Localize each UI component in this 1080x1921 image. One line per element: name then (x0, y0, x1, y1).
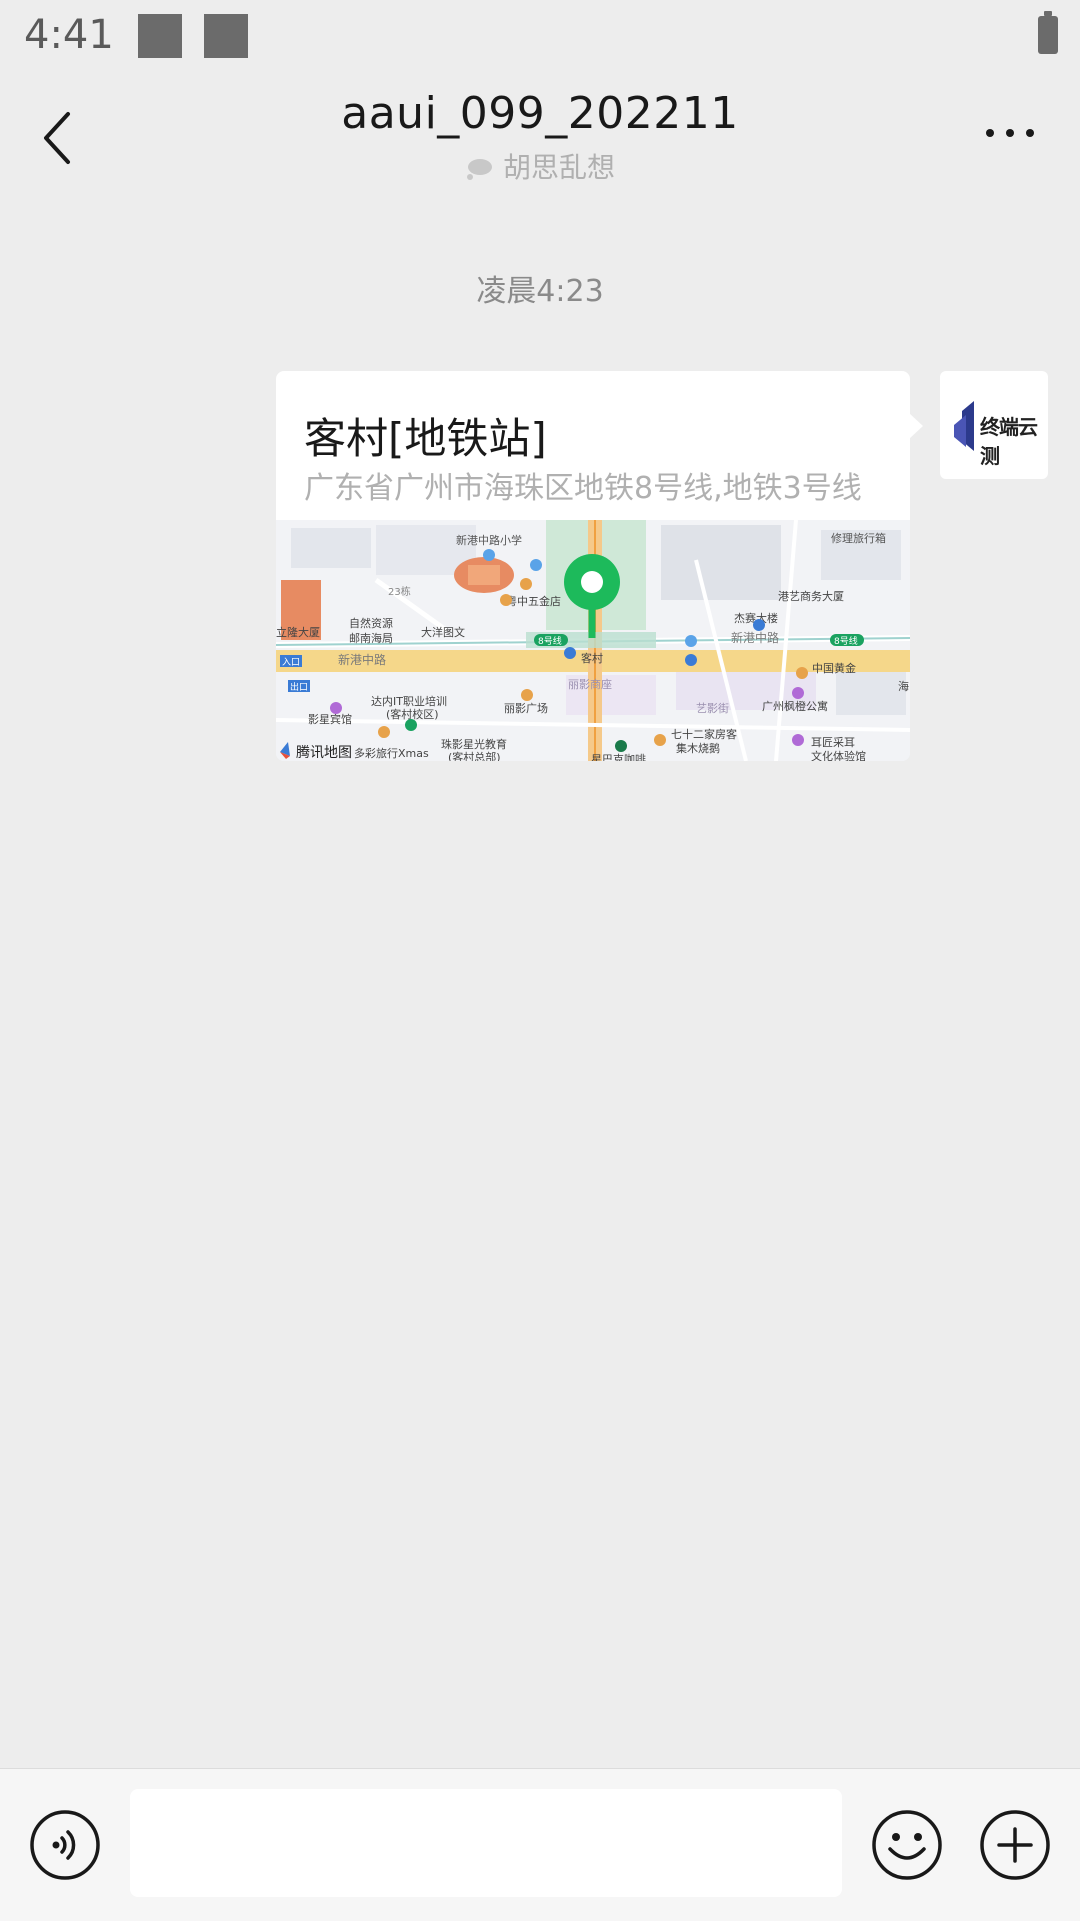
map-label: 粤中五金店 (506, 594, 561, 608)
map-label: 大洋图文 (421, 625, 465, 639)
map-label: 8号线 (834, 635, 858, 647)
map-label: 新港中路 (731, 630, 779, 645)
map-label: 立隆大厦 (276, 625, 320, 639)
map-label: 8号线 (538, 635, 562, 647)
chat-header: aaui_099_202211 胡思乱想 (0, 76, 1080, 196)
map-label: 丽影广场 (504, 701, 548, 715)
map-label: 自然资源 (349, 616, 393, 630)
map-label: 新港中路 (338, 652, 386, 667)
message-input[interactable] (130, 1789, 842, 1897)
more-functions-button[interactable] (979, 1809, 1051, 1881)
map-label: 七十二家房客 (671, 727, 737, 741)
more-button[interactable] (980, 118, 1040, 148)
chat-subtitle: 胡思乱想 (0, 146, 1080, 186)
map-preview: 新港中路小学 修理旅行箱 23栋 粤中五金店 港艺商务大厦 杰赛大楼 自然资源 … (276, 520, 910, 761)
map-label: 影星宾馆 (308, 712, 352, 726)
map-label: (客村总部) (448, 750, 501, 761)
plus-icon (980, 1810, 1050, 1880)
status-time: 4:41 (24, 12, 114, 58)
map-label: 出口 (290, 681, 308, 693)
avatar-label: 终端云测 (980, 415, 1038, 468)
map-label: 入口 (282, 657, 300, 668)
input-bar (0, 1768, 1080, 1921)
chat-title: aaui_099_202211 (341, 88, 739, 139)
map-label: 中国黄金 (812, 661, 856, 675)
voice-icon (30, 1810, 100, 1880)
message-timestamp: 凌晨4:23 (476, 274, 604, 309)
avatar[interactable]: 终端云测 (940, 371, 1048, 479)
map-label: 23栋 (388, 585, 411, 598)
map-label: 文化体验馆 (811, 749, 866, 761)
map-label: 星巴克咖啡 (591, 752, 646, 761)
map-label: 广州枫橙公寓 (762, 699, 828, 713)
map-label: 多彩旅行Xmas (354, 746, 429, 760)
more-dots-icon (986, 129, 1034, 137)
bubble-tail (909, 413, 923, 439)
map-label: 耳匠采耳 (811, 736, 855, 749)
status-bar: 4:41 (0, 0, 1080, 76)
location-name: 客村[地铁站] (304, 414, 547, 463)
map-label: 邮南海局 (349, 631, 393, 645)
emoji-icon (872, 1810, 942, 1880)
notification-icon (204, 14, 248, 58)
battery-icon (1038, 11, 1058, 54)
voice-button[interactable] (29, 1809, 101, 1881)
map-label: 丽影商座 (568, 677, 612, 691)
map-label: 达内IT职业培训 (371, 694, 447, 708)
emoji-button[interactable] (871, 1809, 943, 1881)
location-address: 广东省广州市海珠区地铁8号线,地铁3号线 (304, 471, 862, 506)
map-label: (客村校区) (386, 707, 439, 721)
notification-icon (138, 14, 182, 58)
location-message-card[interactable]: 客村[地铁站] 广东省广州市海珠区地铁8号线,地铁3号线 新港中路小学 修理旅行… (276, 371, 910, 761)
map-label: 集木烧鹅 (676, 741, 720, 755)
chat-bubble-icon (466, 159, 492, 180)
map-label: 修理旅行箱 (831, 531, 886, 545)
map-label: 海 (898, 679, 909, 693)
map-label: 港艺商务大厦 (778, 589, 844, 603)
chat-subtitle-text: 胡思乱想 (502, 151, 615, 184)
map-label: 客村 (581, 651, 603, 665)
svg-text:腾讯地图: 腾讯地图 (296, 744, 352, 761)
map-label: 珠影星光教育 (441, 737, 507, 751)
map-label: 艺影街 (696, 701, 729, 715)
map-label: 新港中路小学 (456, 533, 522, 547)
